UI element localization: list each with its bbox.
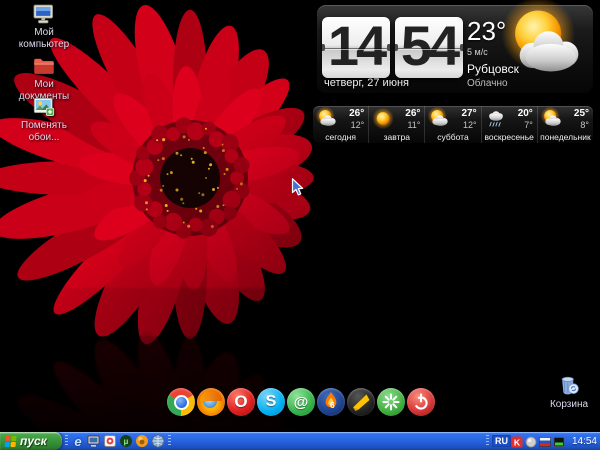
dock-item-shutdown[interactable] <box>406 387 436 417</box>
dock-item-firefox[interactable] <box>196 387 226 417</box>
quick-launch-agent-quick[interactable] <box>135 434 149 448</box>
taskbar-handle[interactable] <box>168 435 171 447</box>
tray-handle[interactable] <box>486 435 489 447</box>
dock-item-starburst-app[interactable] <box>376 387 406 417</box>
quick-launch-show-desktop[interactable] <box>87 434 101 448</box>
flip-card-hours: 14 <box>322 17 390 78</box>
forecast-day-label: суббота <box>425 132 480 142</box>
forecast-temps: 26° 12° <box>349 108 364 131</box>
dock-item-opera[interactable]: O <box>226 387 256 417</box>
my-computer-icon <box>32 2 56 26</box>
clock-weather-widget[interactable]: 14 54 23° 5 м/с Рубцовск Облачно четверг… <box>317 5 593 93</box>
start-button-label: пуск <box>20 434 47 448</box>
date-label: четверг, 27 июня <box>324 77 409 89</box>
sun-icon <box>371 107 395 131</box>
screen: Мой компьютер Мои документы Поменять обо… <box>0 0 600 450</box>
desktop[interactable]: Мой компьютер Мои документы Поменять обо… <box>0 0 600 432</box>
forecast-day-понедельник[interactable]: 25° 8° понедельник <box>537 106 593 143</box>
quick-launch-utorrent[interactable]: µ <box>119 434 133 448</box>
sun-cloud-icon <box>499 0 591 91</box>
quick-launch-media-player[interactable] <box>103 434 117 448</box>
forecast-temps: 26° 11° <box>405 108 420 131</box>
forecast-temps: 25° 8° <box>574 108 589 131</box>
mouse-cursor <box>291 178 306 197</box>
rain-icon <box>484 107 508 131</box>
quick-launch-handle[interactable] <box>65 435 68 447</box>
desktop-icon-label: Мой компьютер <box>12 27 76 50</box>
forecast-high: 27° <box>461 108 476 120</box>
system-tray: K <box>511 435 568 447</box>
windows-logo-icon <box>4 436 16 447</box>
dock-item-skype[interactable]: S <box>256 387 286 417</box>
desktop-icon-my-computer[interactable]: Мой компьютер <box>6 2 82 50</box>
language-indicator[interactable]: RU <box>492 435 511 447</box>
tray-icon-volume[interactable] <box>525 435 537 447</box>
dock-item-chrome[interactable] <box>166 387 196 417</box>
taskbar: пуск eµ RU K 14:54 <box>0 432 600 450</box>
forecast-high: 26° <box>405 108 420 120</box>
tray-icon-network-monitor[interactable] <box>553 435 565 447</box>
wallpaper-fade <box>0 336 600 432</box>
svg-text:6: 6 <box>330 400 335 410</box>
recycle-bin-label: Корзина <box>537 399 600 411</box>
change-wallpaper-icon <box>32 95 56 119</box>
forecast-high: 20° <box>518 108 533 120</box>
forecast-low: 11° <box>405 120 420 131</box>
desktop-icon-recycle-bin[interactable]: Корзина <box>531 372 600 411</box>
forecast-day-сегодня[interactable]: 26° 12° сегодня <box>313 106 368 143</box>
forecast-day-воскресенье[interactable]: 20° 7° воскресенье <box>481 106 537 143</box>
forecast-temps: 20° 7° <box>518 108 533 131</box>
forecast-day-label: воскресенье <box>482 132 537 142</box>
tray-icon-kaspersky[interactable]: K <box>511 435 523 447</box>
minutes-digits: 54 <box>395 17 463 75</box>
sun-cloud-icon <box>315 107 339 131</box>
forecast-day-label: понедельник <box>538 132 593 142</box>
sun-cloud-icon <box>427 107 451 131</box>
tray-icon-punto-switcher[interactable] <box>539 435 551 447</box>
dock: OS@ 6 <box>166 387 436 417</box>
forecast-high: 26° <box>349 108 364 120</box>
sun-cloud-icon <box>540 107 564 131</box>
start-button[interactable]: пуск <box>0 432 62 450</box>
quick-launch-browser-globe[interactable] <box>151 434 165 448</box>
forecast-low: 8° <box>574 120 589 131</box>
forecast-low: 7° <box>518 120 533 131</box>
quick-launch-internet-explorer[interactable]: e <box>71 434 85 448</box>
svg-text:µ: µ <box>124 436 129 446</box>
recycle-bin-icon <box>556 372 582 398</box>
dock-item-flame-app[interactable]: 6 <box>316 387 346 417</box>
quick-launch-bar: eµ <box>71 434 165 448</box>
dock-item-mailru-agent[interactable]: @ <box>286 387 316 417</box>
forecast-widget[interactable]: 26° 12° сегодня 26° 11° завтра 27° 12° с… <box>313 106 593 143</box>
forecast-day-завтра[interactable]: 26° 11° завтра <box>368 106 424 143</box>
forecast-low: 12° <box>461 120 476 131</box>
forecast-low: 12° <box>349 120 364 131</box>
forecast-day-label: сегодня <box>313 132 368 142</box>
desktop-icon-change-wallpaper[interactable]: Поменять обои... <box>6 95 82 143</box>
forecast-temps: 27° 12° <box>461 108 476 131</box>
taskbar-clock: 14:54 <box>572 436 597 447</box>
svg-text:K: K <box>514 437 521 447</box>
flip-card-minutes: 54 <box>395 17 463 78</box>
forecast-high: 25° <box>574 108 589 120</box>
forecast-day-суббота[interactable]: 27° 12° суббота <box>424 106 480 143</box>
dock-item-aimp[interactable] <box>346 387 376 417</box>
forecast-day-label: завтра <box>369 132 424 142</box>
desktop-icon-label: Поменять обои... <box>12 120 76 143</box>
my-documents-icon <box>32 54 56 78</box>
hours-digits: 14 <box>322 17 390 75</box>
